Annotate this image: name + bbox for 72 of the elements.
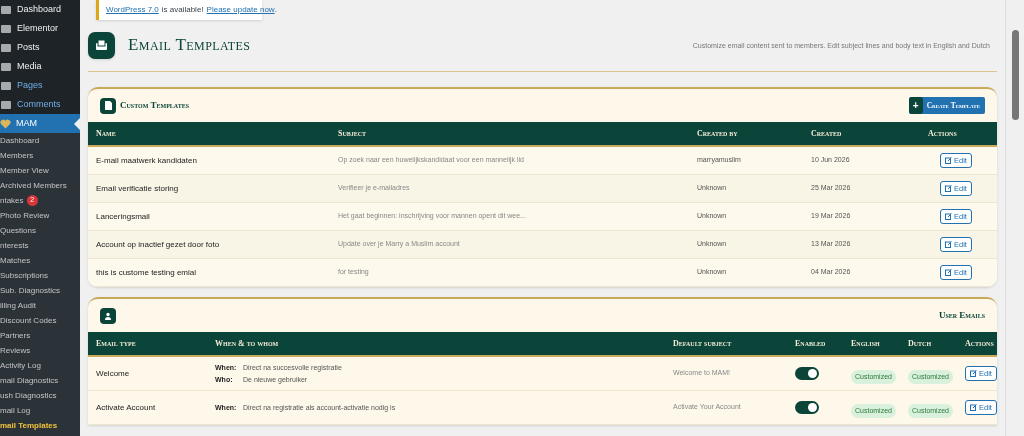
plus-icon: + (908, 97, 923, 114)
edit-icon (970, 370, 977, 377)
column-header: Default subject (673, 337, 733, 350)
edit-icon (945, 269, 952, 276)
submenu-item[interactable]: Questions (0, 223, 80, 238)
envelope-icon (88, 31, 115, 59)
submenu-item[interactable]: Reviews (0, 343, 80, 358)
submenu-item[interactable]: Sub. Diagnostics (0, 283, 80, 298)
card-title: Custom Templates (120, 98, 190, 112)
sidebar-item[interactable]: Pages (0, 76, 80, 95)
email-type: Welcome (96, 367, 131, 380)
menu-icon (0, 60, 12, 73)
column-header: Name (96, 127, 117, 140)
edit-icon (945, 185, 952, 192)
submenu-item[interactable]: mail Log (0, 403, 80, 418)
column-header: Actions (928, 127, 958, 140)
sidebar-item[interactable]: MAM (0, 114, 80, 133)
update-link[interactable]: WordPress 7.0 (106, 4, 159, 16)
edit-icon (945, 157, 952, 164)
submenu-item[interactable]: mail Templates (0, 418, 80, 433)
submenu-item[interactable]: Activity Log (0, 358, 80, 373)
sidebar-item[interactable]: Media (0, 57, 80, 76)
notice-text: is available! (161, 4, 204, 16)
submenu-item[interactable]: Members (0, 148, 80, 163)
submenu-item[interactable]: Dashboard (0, 133, 80, 148)
submenu-item[interactable]: Subscriptions (0, 268, 80, 283)
column-header: When & to whom (215, 337, 280, 350)
submenu-item[interactable]: Discount Codes (0, 313, 80, 328)
submenu-item[interactable]: ush Diagnostics (0, 388, 80, 403)
sidebar-item[interactable]: Posts (0, 38, 80, 57)
template-name: Account op inactief gezet door foto (96, 238, 221, 251)
update-link[interactable]: Please update now (206, 4, 275, 16)
column-header: Subject (338, 127, 368, 140)
edit-icon (970, 404, 977, 411)
menu-icon (0, 79, 12, 92)
page-title: Email Templates (128, 34, 251, 57)
column-header: Created by (697, 127, 739, 140)
submenu-item[interactable]: mail Diagnostics (0, 373, 80, 388)
template-name: E-mail maatwerk kandidaten (96, 154, 198, 167)
sidebar-item[interactable]: Dashboard (0, 0, 80, 19)
column-header: Enabled (795, 337, 827, 350)
column-header: Created (811, 127, 843, 140)
sidebar-item[interactable]: Elementor (0, 19, 80, 38)
submenu-item[interactable]: illing Audit (0, 298, 80, 313)
sidebar-item[interactable]: Comments (0, 95, 80, 114)
toggle-switch[interactable] (795, 367, 819, 380)
column-header: Actions (965, 337, 994, 350)
menu-icon (0, 41, 12, 54)
column-header: English (851, 337, 881, 350)
submenu-item[interactable]: Matches (0, 253, 80, 268)
template-name: this is custome testing emial (96, 266, 198, 279)
edit-icon (945, 241, 952, 248)
submenu-item[interactable]: Partners (0, 328, 80, 343)
menu-icon (0, 3, 12, 16)
heart-icon (0, 118, 11, 129)
submenu-item[interactable]: Member View (0, 163, 80, 178)
column-header: Dutch (908, 337, 933, 350)
submenu-item[interactable]: nterests (0, 238, 80, 253)
template-name: Lanceringsmail (96, 210, 151, 223)
submenu-item[interactable]: Photo Review (0, 208, 80, 223)
column-header: Email type (96, 337, 137, 350)
user-icon (100, 307, 116, 324)
menu-icon (0, 22, 12, 35)
template-name: Email verificatie storing (96, 182, 180, 195)
edit-icon (945, 213, 952, 220)
document-icon (100, 97, 116, 114)
toggle-switch[interactable] (795, 401, 819, 414)
notice-text: . (274, 4, 277, 16)
submenu-item[interactable]: Archived Members (0, 178, 80, 193)
menu-icon (0, 98, 12, 111)
email-type: Activate Account (96, 401, 157, 414)
card-title: User Emails (938, 308, 985, 322)
